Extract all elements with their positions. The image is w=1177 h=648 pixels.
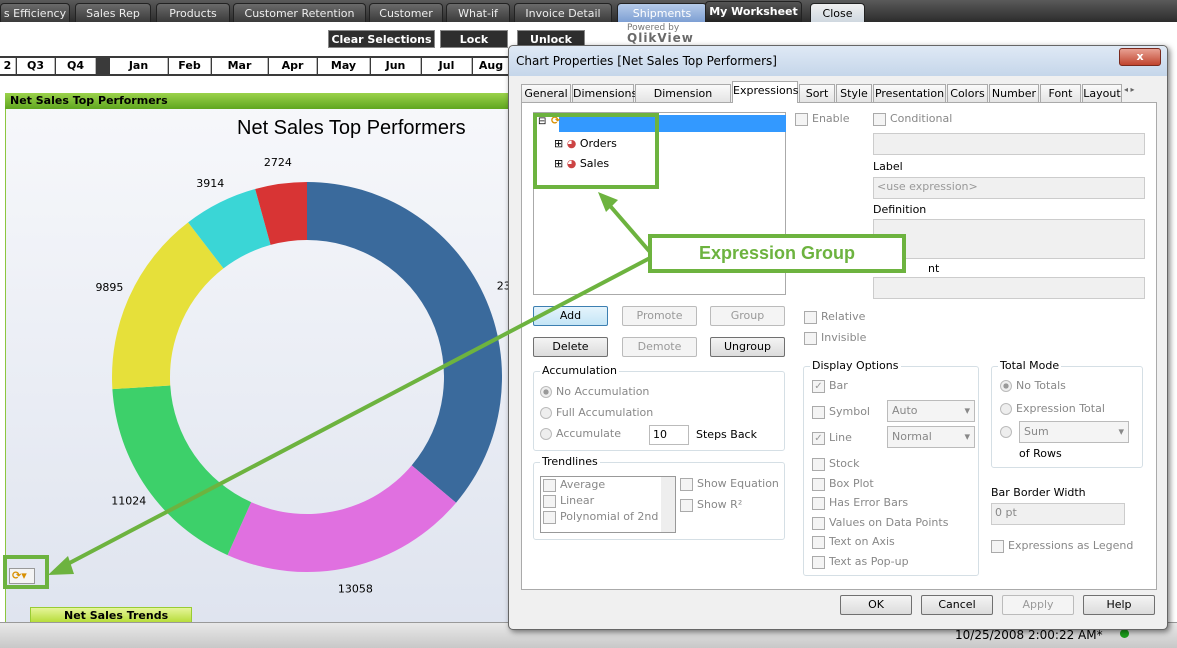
dialog-tab[interactable]: Number — [989, 84, 1039, 102]
conditional-field[interactable] — [873, 133, 1145, 155]
sheet-tab[interactable]: My Worksheet — [705, 1, 802, 22]
bar-border-width-label: Bar Border Width — [991, 486, 1086, 499]
dialog-tab[interactable]: Dimension Limits — [635, 84, 731, 117]
tab-scroll-arrows-icon[interactable]: ◂ ▸ — [1124, 85, 1154, 99]
dialog-tab[interactable]: Layout — [1082, 84, 1122, 102]
dialog-tab[interactable]: Sort — [799, 84, 835, 102]
dialog-tab[interactable]: General — [521, 84, 571, 102]
ok-button[interactable]: OK — [840, 595, 912, 615]
no-totals-radio[interactable]: No Totals — [1000, 379, 1066, 392]
display-options-group: Display Options ✓Bar Symbol Auto ✓Line N… — [803, 359, 979, 576]
group-title: Accumulation — [540, 364, 619, 377]
bar-checkbox[interactable]: ✓ Bar — [812, 379, 848, 393]
donut-slice[interactable] — [112, 385, 252, 556]
symbol-dropdown[interactable]: Auto — [887, 400, 975, 422]
expression-group-callout: Expression Group — [648, 234, 906, 273]
donut-slice[interactable] — [112, 222, 224, 390]
group-title: Trendlines — [540, 455, 600, 468]
demote-button[interactable]: Demote — [622, 337, 697, 357]
comment-heading: nt — [928, 262, 940, 275]
close-icon[interactable]: x — [1119, 48, 1161, 66]
donut-slice[interactable] — [307, 182, 502, 503]
symbol-checkbox[interactable]: Symbol — [812, 405, 870, 419]
status-datetime: 10/25/2008 2:00:22 AM* — [955, 628, 1103, 642]
definition-field[interactable] — [873, 219, 1145, 259]
net-sales-trends-header[interactable]: Net Sales Trends — [30, 607, 192, 623]
text-on-axis-checkbox[interactable]: Text on Axis — [812, 535, 895, 549]
dialog-tab[interactable]: Presentation — [873, 84, 946, 102]
status-indicator-icon — [1120, 629, 1129, 638]
slice-label: 9895 — [95, 281, 123, 294]
comment-field[interactable] — [873, 277, 1145, 299]
group-title: Display Options — [810, 359, 901, 372]
dialog-tab[interactable]: Font — [1040, 84, 1081, 102]
trendlines-list[interactable]: Average Linear Polynomial of 2nd d — [540, 476, 676, 533]
steps-back-label: Steps Back — [696, 428, 757, 441]
values-on-points-checkbox[interactable]: Values on Data Points — [812, 516, 948, 530]
line-dropdown[interactable]: Normal — [887, 426, 975, 448]
show-equation-checkbox[interactable]: Show Equation — [680, 477, 779, 491]
dialog-title: Chart Properties [Net Sales Top Performe… — [509, 46, 1167, 76]
trendline-linear[interactable]: Linear — [543, 494, 594, 508]
expression-total-radio[interactable]: Expression Total — [1000, 402, 1105, 415]
apply-button[interactable]: Apply — [1002, 595, 1074, 615]
dialog-tab[interactable]: Dimensions — [572, 84, 637, 102]
group-title: Total Mode — [998, 359, 1062, 372]
slice-label: 3914 — [196, 177, 224, 190]
icon-highlight-box — [3, 555, 49, 589]
accumulate-radio[interactable]: Accumulate — [540, 427, 621, 440]
group-button[interactable]: Group — [710, 306, 785, 326]
relative-checkbox[interactable]: Relative — [804, 310, 865, 324]
sum-rows-radio[interactable] — [1000, 425, 1016, 438]
no-accumulation-radio[interactable]: No Accumulation — [540, 385, 649, 398]
trendlines-group: Trendlines Average Linear Polynomial of … — [533, 455, 785, 540]
of-rows-label: of Rows — [1019, 447, 1062, 460]
invisible-checkbox[interactable]: Invisible — [804, 331, 866, 345]
expressions-legend-checkbox[interactable]: Expressions as Legend — [991, 539, 1133, 553]
label-heading: Label — [873, 160, 903, 173]
total-mode-group: Total Mode No Totals Expression Total Su… — [991, 359, 1143, 468]
sum-dropdown[interactable]: Sum — [1019, 421, 1129, 443]
conditional-checkbox[interactable]: Conditional — [873, 112, 952, 126]
accumulation-group: Accumulation No Accumulation Full Accumu… — [533, 364, 785, 451]
dialog-tab[interactable]: Colors — [947, 84, 988, 102]
trendline-average[interactable]: Average — [543, 478, 605, 492]
error-bars-checkbox[interactable]: Has Error Bars — [812, 496, 908, 510]
line-checkbox[interactable]: ✓ Line — [812, 431, 852, 445]
help-button[interactable]: Help — [1083, 595, 1155, 615]
sheet-tab[interactable]: Close — [810, 3, 865, 22]
delete-button[interactable]: Delete — [533, 337, 608, 357]
enable-checkbox[interactable]: Enable — [795, 112, 849, 126]
sheet-tab[interactable]: Shipments — [617, 3, 707, 22]
trendline-poly2[interactable]: Polynomial of 2nd d — [543, 510, 669, 524]
ungroup-button[interactable]: Ungroup — [710, 337, 785, 357]
slice-label: 11024 — [111, 495, 146, 508]
dialog-tab[interactable]: Style — [836, 84, 872, 102]
add-button[interactable]: Add — [533, 306, 608, 326]
promote-button[interactable]: Promote — [622, 306, 697, 326]
trendlines-scrollbar[interactable] — [661, 477, 675, 532]
qlikview-logo: QlikView — [627, 31, 694, 45]
slice-label: 2724 — [264, 156, 292, 169]
show-r2-checkbox[interactable]: Show R² — [680, 498, 742, 512]
bar-border-width-stepper[interactable]: 0 pt — [991, 503, 1125, 525]
full-accumulation-radio[interactable]: Full Accumulation — [540, 406, 653, 419]
definition-heading: Definition — [873, 203, 927, 216]
dialog-tab[interactable]: Expressions — [732, 81, 798, 103]
tree-highlight-box — [533, 113, 659, 189]
slice-label: 13058 — [338, 583, 373, 596]
text-popup-checkbox[interactable]: Text as Pop-up — [812, 555, 909, 569]
steps-back-stepper[interactable]: 10 — [649, 425, 689, 445]
cancel-button[interactable]: Cancel — [921, 595, 993, 615]
sheet-tab[interactable]: Invoice Detail — [514, 3, 612, 22]
stock-checkbox[interactable]: Stock — [812, 457, 859, 471]
donut-slice[interactable] — [227, 465, 457, 572]
label-field[interactable]: <use expression> — [873, 177, 1145, 199]
box-plot-checkbox[interactable]: Box Plot — [812, 477, 874, 491]
donut-chart: 231305811024989539142724 — [95, 156, 510, 596]
